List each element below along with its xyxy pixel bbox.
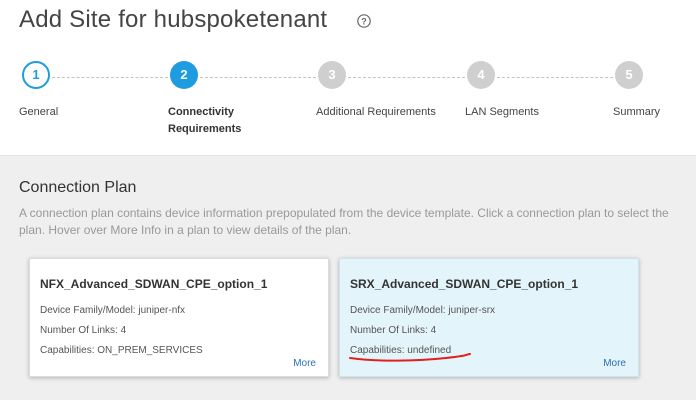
step-1-label[interactable]: General: [19, 104, 58, 121]
card-title: SRX_Advanced_SDWAN_CPE_option_1: [350, 277, 579, 291]
red-underline-annotation: [349, 353, 471, 362]
step-2-label-line2: Requirements: [168, 123, 242, 135]
step-4-label[interactable]: LAN Segments: [465, 104, 539, 121]
section-description: A connection plan contains device inform…: [19, 206, 669, 237]
card-device-family: Device Family/Model: juniper-srx: [350, 305, 496, 316]
card-number-of-links: Number Of Links: 4: [350, 325, 437, 336]
card-device-family: Device Family/Model: juniper-nfx: [40, 305, 186, 316]
step-2-label-line1: Connectivity: [168, 106, 235, 118]
step-1-indicator[interactable]: 1: [22, 61, 50, 89]
step-4-indicator[interactable]: 4: [467, 61, 495, 89]
more-info-link[interactable]: More: [293, 358, 316, 369]
card-number-of-links: Number Of Links: 4: [40, 325, 127, 336]
page-header: Add Site for hubspoketenant ? 1 2 3 4 5 …: [0, 0, 696, 155]
step-connector: [200, 77, 316, 78]
page-title: Add Site for hubspoketenant: [19, 6, 328, 33]
card-capabilities: Capabilities: ON_PREM_SERVICES: [40, 345, 203, 356]
connection-plan-card-nfx[interactable]: NFX_Advanced_SDWAN_CPE_option_1 Device F…: [29, 258, 329, 377]
step-5-indicator[interactable]: 5: [615, 61, 643, 89]
svg-text:?: ?: [361, 17, 367, 27]
step-3-indicator[interactable]: 3: [318, 61, 346, 89]
section-title: Connection Plan: [19, 179, 137, 196]
step-connector: [348, 77, 465, 78]
step-connector: [497, 77, 613, 78]
card-title: NFX_Advanced_SDWAN_CPE_option_1: [40, 277, 268, 291]
more-info-link[interactable]: More: [603, 358, 626, 369]
step-3-label[interactable]: Additional Requirements: [316, 104, 436, 121]
step-2-label[interactable]: Connectivity Requirements: [168, 104, 241, 138]
help-icon[interactable]: ?: [357, 14, 371, 28]
step-2-indicator[interactable]: 2: [170, 61, 198, 89]
step-connector: [52, 77, 168, 78]
step-5-label[interactable]: Summary: [613, 104, 660, 121]
